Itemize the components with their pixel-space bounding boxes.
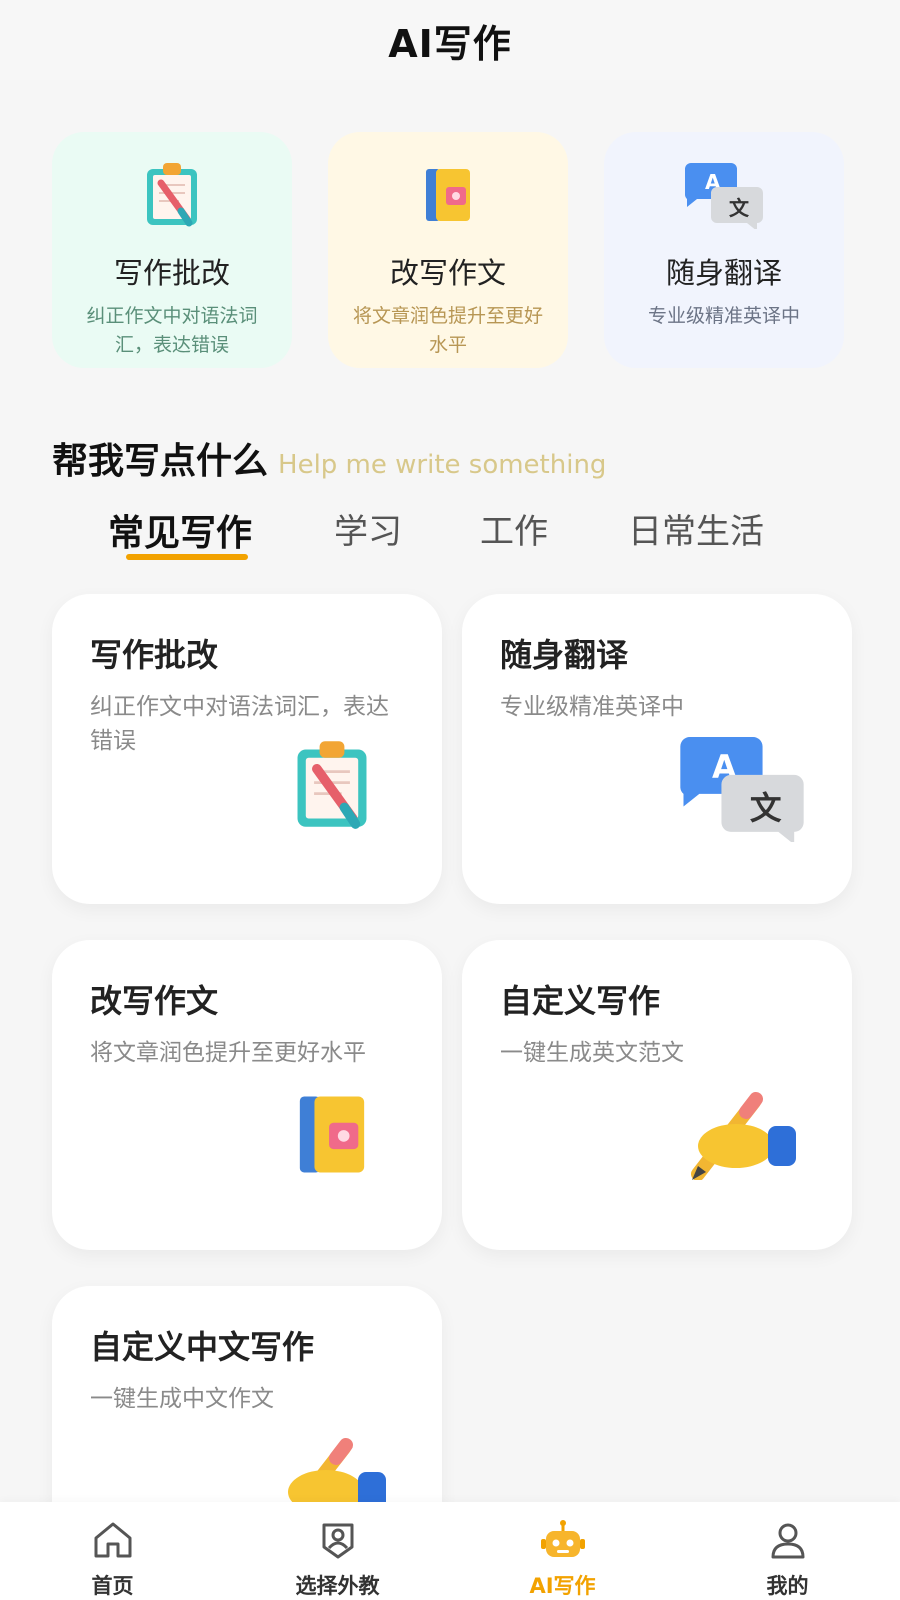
card-subtitle: 专业级精准英译中 (500, 694, 684, 720)
feature-card-title: 随身翻译 (665, 256, 782, 290)
feature-card-subtitle: 纠正作文中对语法词汇，表达错误 (86, 305, 258, 356)
nav-item-profile[interactable]: 我的 (675, 1502, 900, 1600)
card-custom-writing[interactable]: 自定义写作 一键生成英文范文 (462, 940, 852, 1250)
hand-pencil-icon (684, 1090, 800, 1184)
card-translate[interactable]: 随身翻译 专业级精准英译中 A 文 (462, 594, 852, 904)
active-tab-indicator (126, 554, 248, 560)
card-writing-correction[interactable]: 写作批改 纠正作文中对语法词汇，表达错误 (52, 594, 442, 904)
svg-text:文: 文 (729, 196, 750, 220)
feature-cards: 写作批改 纠正作文中对语法词汇，表达错误 改写作文 将文章润色提升至更好水平 A… (52, 132, 844, 368)
nav-label: 首页 (91, 1574, 134, 1598)
user-icon (765, 1518, 811, 1562)
nav-label: 我的 (766, 1574, 809, 1598)
nav-label: 选择外教 (295, 1574, 380, 1598)
nav-item-home[interactable]: 首页 (0, 1502, 225, 1600)
feature-card-title: 改写作文 (389, 256, 506, 290)
app-header: AI写作 (0, 0, 900, 80)
tab-work[interactable]: 工作 (480, 504, 548, 553)
section-heading: 帮我写点什么 Help me write something (52, 432, 606, 484)
tab-study[interactable]: 学习 (334, 504, 402, 553)
clipboard-pen-icon (127, 154, 217, 234)
teacher-badge-icon (315, 1518, 361, 1562)
section-subtitle: Help me write something (278, 450, 607, 480)
nav-item-select-teacher[interactable]: 选择外教 (225, 1502, 450, 1600)
card-subtitle: 一键生成中文作文 (90, 1386, 274, 1412)
translate-icon: A 文 (679, 154, 769, 234)
page-title: AI写作 (388, 21, 512, 66)
card-title: 随身翻译 (500, 636, 629, 674)
bottom-nav: 首页 选择外教 AI写作 我的 (0, 1502, 900, 1600)
feature-card-rewrite[interactable]: 改写作文 将文章润色提升至更好水平 (328, 132, 568, 368)
section-title: 帮我写点什么 (52, 441, 269, 482)
nav-item-ai-writing[interactable]: AI写作 (450, 1502, 675, 1600)
feature-card-correction[interactable]: 写作批改 纠正作文中对语法词汇，表达错误 (52, 132, 292, 368)
card-title: 改写作文 (90, 982, 219, 1020)
clipboard-pen-icon (292, 734, 372, 838)
card-title: 写作批改 (90, 636, 219, 674)
card-title: 自定义写作 (500, 982, 661, 1020)
feature-card-subtitle: 将文章润色提升至更好水平 (352, 305, 543, 356)
svg-text:文: 文 (750, 790, 782, 827)
card-title: 自定义中文写作 (90, 1328, 315, 1366)
tab-daily-life[interactable]: 日常生活 (628, 504, 764, 553)
tab-common-writing[interactable]: 常见写作 (108, 504, 252, 556)
nav-label: AI写作 (529, 1574, 596, 1598)
feature-card-translate[interactable]: A 文 随身翻译 专业级精准英译中 (604, 132, 844, 368)
card-subtitle: 一键生成英文范文 (500, 1040, 684, 1066)
feature-card-title: 写作批改 (113, 256, 230, 290)
translate-icon: A 文 (674, 730, 810, 846)
robot-icon (540, 1518, 586, 1562)
book-icon (294, 1090, 370, 1180)
feature-card-subtitle: 专业级精准英译中 (647, 305, 800, 327)
category-tabs: 常见写作 学习 工作 日常生活 (108, 504, 808, 564)
home-icon (90, 1518, 136, 1562)
card-rewrite-essay[interactable]: 改写作文 将文章润色提升至更好水平 (52, 940, 442, 1250)
book-icon (403, 154, 493, 234)
card-subtitle: 将文章润色提升至更好水平 (90, 1040, 366, 1066)
